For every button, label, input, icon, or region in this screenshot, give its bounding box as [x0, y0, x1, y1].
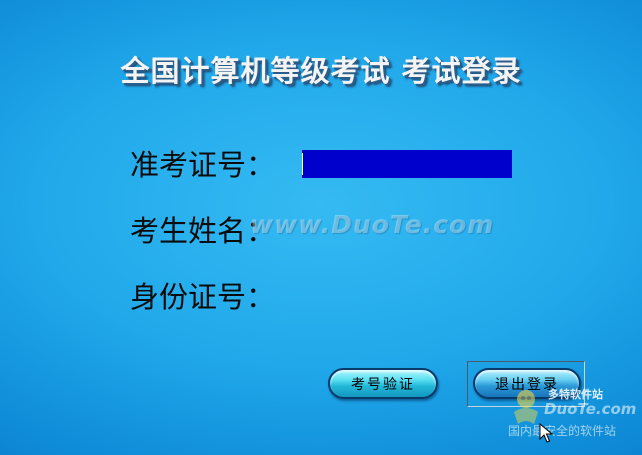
watermark-tagline: 国内最安全的软件站 [508, 424, 617, 438]
exam-id-input[interactable] [302, 150, 512, 178]
exam-id-label: 准考证号： [130, 148, 276, 182]
page-title: 全国计算机等级考试 考试登录 [120, 54, 522, 88]
exit-login-button[interactable]: 退出登录 [473, 368, 581, 399]
watermark-text: www.DuoTe.com [250, 210, 495, 239]
verify-exam-id-button[interactable]: 考号验证 [328, 368, 438, 399]
arrow-cursor-icon [539, 423, 553, 443]
text-caret [302, 153, 303, 175]
candidate-name-label: 考生姓名： [130, 214, 276, 248]
login-screen: 全国计算机等级考试 考试登录 准考证号： 考生姓名： 身份证号： 考号验证 退出… [0, 0, 642, 455]
id-card-number-label: 身份证号： [130, 280, 276, 314]
